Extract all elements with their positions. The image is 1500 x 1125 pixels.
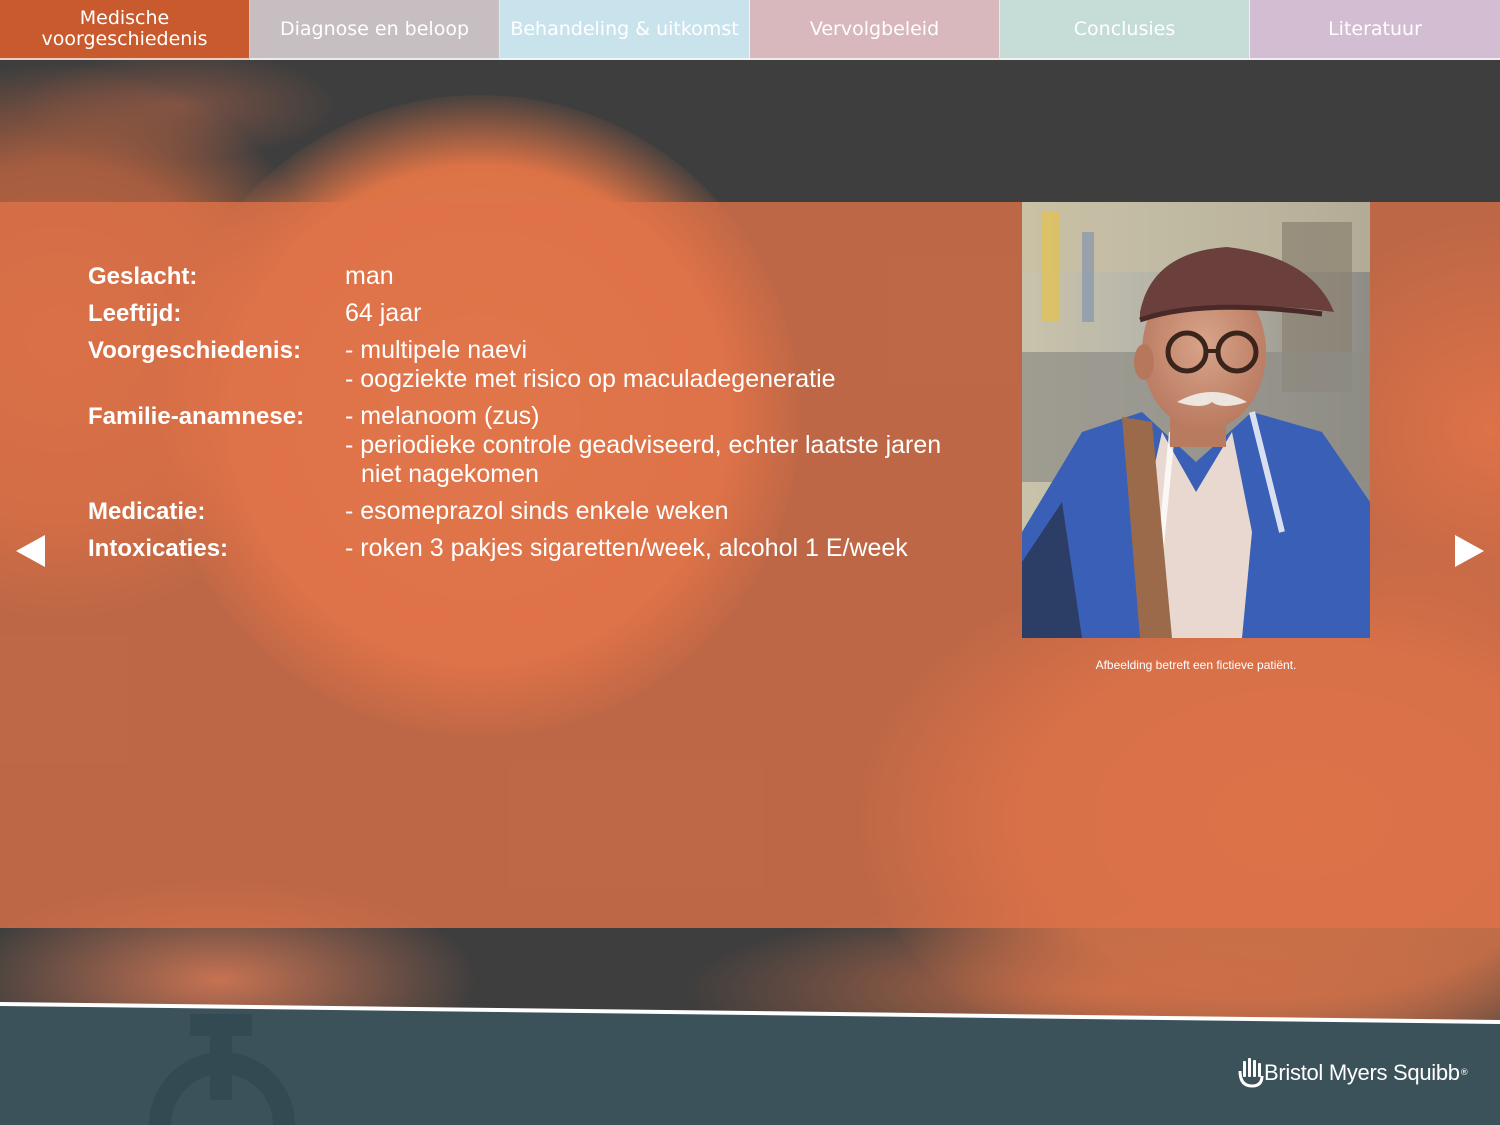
tab-vervolgbeleid[interactable]: Vervolgbeleid [750,0,1000,60]
info-value: - roken 3 pakjes sigaretten/week, alcoho… [345,534,908,562]
hand-logo-icon [1238,1058,1264,1088]
brand-name: Bristol Myers Squibb [1264,1060,1460,1085]
tab-literatuur[interactable]: Literatuur [1250,0,1500,60]
info-row-gender: Geslacht: man [88,262,988,291]
tab-bar: Medische voorgeschiedenis Diagnose en be… [0,0,1500,60]
info-value: 64 jaar [345,299,422,327]
tab-diagnose-en-beloop[interactable]: Diagnose en beloop [250,0,500,60]
info-value: man [345,262,394,290]
registered-mark: ® [1459,1068,1469,1078]
info-row-intoxications: Intoxicaties: - roken 3 pakjes sigarette… [88,534,988,563]
info-value: - esomeprazol sinds enkele weken [345,497,729,525]
patient-photo [1022,202,1370,638]
tab-label: voorgeschiedenis [41,28,208,50]
info-value: - multipele naevi [345,336,528,364]
info-row-family: Familie-anamnese: - melanoom (zus) - per… [88,402,988,489]
tab-label: Behandeling & uitkomst [510,17,739,40]
tab-label: Conclusies [1073,17,1176,40]
tab-label: Literatuur [1328,17,1422,40]
info-row-medication: Medicatie: - esomeprazol sinds enkele we… [88,497,988,526]
info-label: Geslacht: [88,263,198,290]
tab-label: Diagnose en beloop [279,17,470,40]
photo-caption: Afbeelding betreft een fictieve patiënt. [1095,658,1297,672]
next-arrow-icon[interactable] [1452,532,1488,570]
brand-logo: Bristol Myers Squibb ® [1238,1058,1469,1088]
tab-label: Medische [79,7,170,29]
info-label: Medicatie: [88,498,206,525]
tab-medische-voorgeschiedenis[interactable]: Medische voorgeschiedenis [0,0,250,60]
tab-behandeling-uitkomst[interactable]: Behandeling & uitkomst [500,0,750,60]
info-label: Voorgeschiedenis: [88,337,301,364]
info-label: Leeftijd: [88,300,182,327]
previous-arrow-icon[interactable] [12,532,48,570]
info-value: - melanoom (zus) [345,402,540,430]
info-value: niet nagekomen [361,460,539,488]
info-value: - periodieke controle geadviseerd, echte… [345,431,942,459]
info-row-age: Leeftijd: 64 jaar [88,299,988,328]
info-label: Intoxicaties: [88,535,229,562]
patient-info: Geslacht: man Leeftijd: 64 jaar Voorgesc… [88,262,988,563]
info-label: Familie-anamnese: [88,403,305,430]
tab-label: Vervolgbeleid [809,17,940,40]
info-value: - oogziekte met risico op maculadegenera… [345,365,836,393]
info-row-history: Voorgeschiedenis: - multipele naevi - oo… [88,336,988,394]
tab-conclusies[interactable]: Conclusies [1000,0,1250,60]
